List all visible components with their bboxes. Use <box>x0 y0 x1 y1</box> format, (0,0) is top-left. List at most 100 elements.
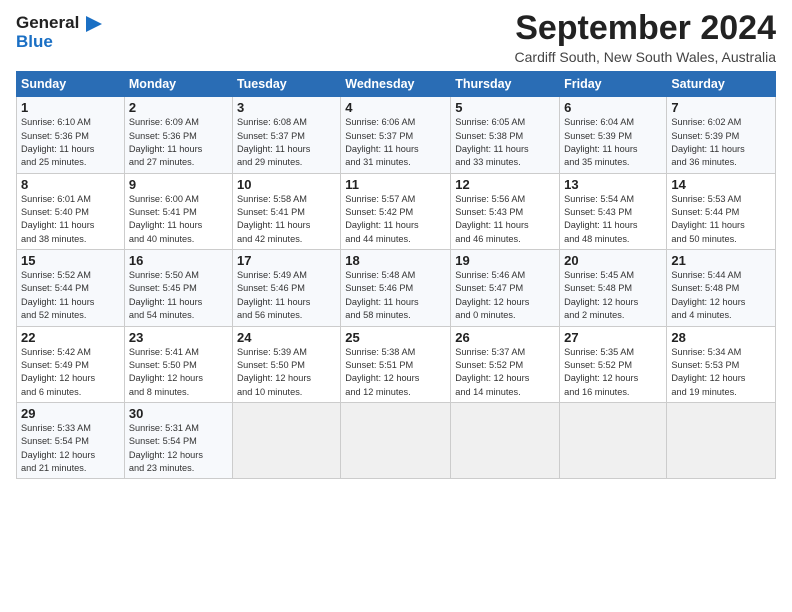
day-cell: 9 Sunrise: 6:00 AMSunset: 5:41 PMDaylight… <box>124 173 232 249</box>
day-info: Sunrise: 5:52 AMSunset: 5:44 PMDaylight:… <box>21 270 94 320</box>
day-number: 17 <box>237 253 336 268</box>
day-number: 25 <box>345 330 446 345</box>
day-cell: 21Sunrise: 5:44 AMSunset: 5:48 PMDayligh… <box>667 250 776 326</box>
day-info: Sunrise: 5:53 AMSunset: 5:44 PMDaylight:… <box>671 194 744 244</box>
col-sunday: Sunday <box>17 72 125 97</box>
day-number: 20 <box>564 253 662 268</box>
calendar: Sunday Monday Tuesday Wednesday Thursday… <box>16 71 776 479</box>
day-info: Sunrise: 6:04 AMSunset: 5:39 PMDaylight:… <box>564 117 637 167</box>
logo-triangle-icon <box>86 16 102 32</box>
col-wednesday: Wednesday <box>341 72 451 97</box>
day-cell: 23 Sunrise: 5:41 AMSunset: 5:50 PMDayligh… <box>124 326 232 402</box>
day-info: Sunrise: 5:41 AMSunset: 5:50 PMDaylight:… <box>129 347 203 397</box>
day-number: 2 <box>129 100 228 115</box>
day-info: Sunrise: 5:56 AMSunset: 5:43 PMDaylight:… <box>455 194 528 244</box>
col-thursday: Thursday <box>451 72 560 97</box>
day-cell: 27 Sunrise: 5:35 AMSunset: 5:52 PMDayligh… <box>560 326 667 402</box>
day-number: 30 <box>129 406 228 421</box>
day-number: 24 <box>237 330 336 345</box>
day-info: Sunrise: 5:45 AMSunset: 5:48 PMDaylight:… <box>564 270 638 320</box>
col-friday: Friday <box>560 72 667 97</box>
day-cell: 17Sunrise: 5:49 AMSunset: 5:46 PMDayligh… <box>232 250 340 326</box>
day-cell: 14 Sunrise: 5:53 AMSunset: 5:44 PMDayligh… <box>667 173 776 249</box>
calendar-header: Sunday Monday Tuesday Wednesday Thursday… <box>17 72 776 97</box>
day-info: Sunrise: 6:06 AMSunset: 5:37 PMDaylight:… <box>345 117 418 167</box>
day-number: 28 <box>671 330 771 345</box>
day-number: 11 <box>345 177 446 192</box>
day-number: 3 <box>237 100 336 115</box>
day-cell: 29 Sunrise: 5:33 AMSunset: 5:54 PMDayligh… <box>17 402 125 478</box>
day-cell: 8 Sunrise: 6:01 AMSunset: 5:40 PMDaylight… <box>17 173 125 249</box>
col-monday: Monday <box>124 72 232 97</box>
day-number: 22 <box>21 330 120 345</box>
day-info: Sunrise: 5:34 AMSunset: 5:53 PMDaylight:… <box>671 347 745 397</box>
day-info: Sunrise: 5:50 AMSunset: 5:45 PMDaylight:… <box>129 270 202 320</box>
empty-cell <box>667 402 776 478</box>
day-number: 29 <box>21 406 120 421</box>
day-cell: 2 Sunrise: 6:09 AMSunset: 5:36 PMDaylight… <box>124 97 232 173</box>
day-number: 19 <box>455 253 555 268</box>
title-block: September 2024 Cardiff South, New South … <box>515 10 776 65</box>
day-number: 6 <box>564 100 662 115</box>
day-cell: 19 Sunrise: 5:46 AMSunset: 5:47 PMDayligh… <box>451 250 560 326</box>
day-cell: 20 Sunrise: 5:45 AMSunset: 5:48 PMDayligh… <box>560 250 667 326</box>
col-saturday: Saturday <box>667 72 776 97</box>
day-cell: 1Sunrise: 6:10 AMSunset: 5:36 PMDaylight… <box>17 97 125 173</box>
day-info: Sunrise: 5:33 AMSunset: 5:54 PMDaylight:… <box>21 423 95 473</box>
day-info: Sunrise: 6:08 AMSunset: 5:37 PMDaylight:… <box>237 117 310 167</box>
day-info: Sunrise: 5:37 AMSunset: 5:52 PMDaylight:… <box>455 347 529 397</box>
day-number: 8 <box>21 177 120 192</box>
day-info: Sunrise: 5:38 AMSunset: 5:51 PMDaylight:… <box>345 347 419 397</box>
day-cell: 28 Sunrise: 5:34 AMSunset: 5:53 PMDayligh… <box>667 326 776 402</box>
page: General Blue September 2024 Cardiff Sout… <box>0 0 792 612</box>
day-info: Sunrise: 6:00 AMSunset: 5:41 PMDaylight:… <box>129 194 202 244</box>
subtitle: Cardiff South, New South Wales, Australi… <box>515 49 776 65</box>
day-number: 14 <box>671 177 771 192</box>
month-title: September 2024 <box>515 10 776 47</box>
day-info: Sunrise: 5:35 AMSunset: 5:52 PMDaylight:… <box>564 347 638 397</box>
day-cell: 12 Sunrise: 5:56 AMSunset: 5:43 PMDayligh… <box>451 173 560 249</box>
empty-cell <box>341 402 451 478</box>
day-number: 18 <box>345 253 446 268</box>
calendar-row: 8 Sunrise: 6:01 AMSunset: 5:40 PMDaylight… <box>17 173 776 249</box>
day-number: 5 <box>455 100 555 115</box>
day-info: Sunrise: 5:54 AMSunset: 5:43 PMDaylight:… <box>564 194 637 244</box>
day-number: 4 <box>345 100 446 115</box>
calendar-row: 22 Sunrise: 5:42 AMSunset: 5:49 PMDayligh… <box>17 326 776 402</box>
day-info: Sunrise: 6:02 AMSunset: 5:39 PMDaylight:… <box>671 117 744 167</box>
day-info: Sunrise: 6:10 AMSunset: 5:36 PMDaylight:… <box>21 117 94 167</box>
day-number: 26 <box>455 330 555 345</box>
day-cell: 16Sunrise: 5:50 AMSunset: 5:45 PMDayligh… <box>124 250 232 326</box>
day-number: 12 <box>455 177 555 192</box>
day-number: 9 <box>129 177 228 192</box>
day-info: Sunrise: 6:01 AMSunset: 5:40 PMDaylight:… <box>21 194 94 244</box>
day-number: 27 <box>564 330 662 345</box>
day-info: Sunrise: 5:42 AMSunset: 5:49 PMDaylight:… <box>21 347 95 397</box>
day-cell: 11 Sunrise: 5:57 AMSunset: 5:42 PMDayligh… <box>341 173 451 249</box>
day-info: Sunrise: 5:44 AMSunset: 5:48 PMDaylight:… <box>671 270 745 320</box>
day-info: Sunrise: 5:31 AMSunset: 5:54 PMDaylight:… <box>129 423 203 473</box>
day-cell: 4 Sunrise: 6:06 AMSunset: 5:37 PMDaylight… <box>341 97 451 173</box>
day-info: Sunrise: 6:05 AMSunset: 5:38 PMDaylight:… <box>455 117 528 167</box>
day-info: Sunrise: 5:46 AMSunset: 5:47 PMDaylight:… <box>455 270 529 320</box>
calendar-row: 1Sunrise: 6:10 AMSunset: 5:36 PMDaylight… <box>17 97 776 173</box>
calendar-body: 1Sunrise: 6:10 AMSunset: 5:36 PMDaylight… <box>17 97 776 479</box>
day-info: Sunrise: 5:39 AMSunset: 5:50 PMDaylight:… <box>237 347 311 397</box>
day-cell: 30 Sunrise: 5:31 AMSunset: 5:54 PMDayligh… <box>124 402 232 478</box>
day-number: 23 <box>129 330 228 345</box>
day-info: Sunrise: 6:09 AMSunset: 5:36 PMDaylight:… <box>129 117 202 167</box>
day-cell: 7 Sunrise: 6:02 AMSunset: 5:39 PMDaylight… <box>667 97 776 173</box>
empty-cell <box>451 402 560 478</box>
header: General Blue September 2024 Cardiff Sout… <box>16 10 776 65</box>
empty-cell <box>560 402 667 478</box>
day-cell: 15Sunrise: 5:52 AMSunset: 5:44 PMDayligh… <box>17 250 125 326</box>
day-number: 7 <box>671 100 771 115</box>
day-info: Sunrise: 5:57 AMSunset: 5:42 PMDaylight:… <box>345 194 418 244</box>
col-tuesday: Tuesday <box>232 72 340 97</box>
logo: General Blue <box>16 14 102 51</box>
day-number: 10 <box>237 177 336 192</box>
day-cell: 13Sunrise: 5:54 AMSunset: 5:43 PMDayligh… <box>560 173 667 249</box>
day-info: Sunrise: 5:48 AMSunset: 5:46 PMDaylight:… <box>345 270 418 320</box>
day-cell: 3 Sunrise: 6:08 AMSunset: 5:37 PMDaylight… <box>232 97 340 173</box>
day-info: Sunrise: 5:58 AMSunset: 5:41 PMDaylight:… <box>237 194 310 244</box>
